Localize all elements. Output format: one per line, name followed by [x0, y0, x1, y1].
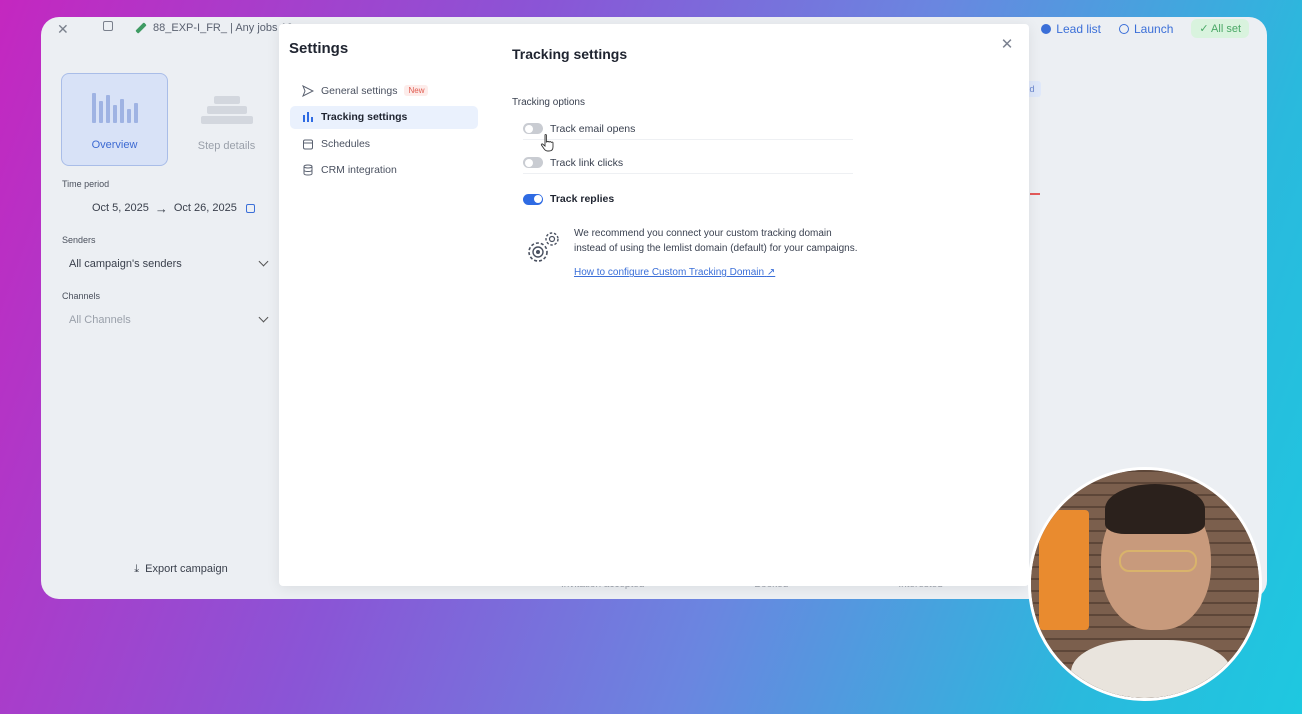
webcam-overlay — [1028, 467, 1262, 701]
chart-line-fragment — [1030, 193, 1040, 195]
nav-crm-integration[interactable]: CRM integration — [290, 159, 478, 182]
bar-chart-icon — [302, 111, 314, 123]
shirt — [1071, 640, 1231, 698]
top-actions: Lead list Launch ✓ All set — [1041, 19, 1249, 38]
launch-button[interactable]: Launch — [1119, 22, 1173, 36]
send-icon — [302, 84, 314, 97]
senders-value: All campaign's senders — [69, 258, 182, 270]
pencil-icon — [135, 22, 147, 34]
custom-domain-link-text: How to configure Custom Tracking Domain — [574, 267, 765, 279]
poster — [1039, 510, 1089, 630]
nav-schedules[interactable]: Schedules — [290, 132, 478, 155]
campaign-title[interactable]: 88_EXP-I_FR_ | Any jobs 10 — [135, 22, 293, 34]
external-link-icon: ↗ — [766, 267, 776, 279]
settings-title: Settings — [289, 40, 349, 57]
track-link-clicks-toggle[interactable] — [523, 157, 543, 168]
senders-select[interactable]: All campaign's senders — [61, 251, 273, 277]
step-details-label: Step details — [197, 140, 256, 152]
tracking-options-label: Tracking options — [512, 97, 585, 108]
launch-icon — [1119, 23, 1129, 34]
track-replies-row: Track replies — [523, 188, 853, 210]
lead-list-icon — [1041, 23, 1052, 34]
calendar-icon — [103, 21, 113, 31]
track-email-opens-label: Track email opens — [550, 122, 636, 135]
settings-nav: General settings New Tracking settings S… — [290, 79, 478, 185]
close-icon[interactable]: ✕ — [57, 21, 69, 38]
export-campaign-button[interactable]: ⤓ Export campaign — [61, 555, 301, 583]
track-link-clicks-label: Track link clicks — [550, 156, 624, 169]
custom-domain-link[interactable]: How to configure Custom Tracking Domain … — [574, 267, 863, 278]
calendar-icon — [302, 138, 314, 150]
overview-chart-icon — [91, 89, 138, 123]
custom-domain-info: We recommend you connect your custom tra… — [523, 227, 863, 278]
tracking-title: Tracking settings — [512, 46, 628, 62]
new-badge: New — [404, 85, 429, 96]
track-replies-label: Track replies — [550, 193, 615, 205]
analytics-sidebar: Overview Step details Time period Oct 5,… — [61, 73, 281, 593]
settings-modal: ✕ Settings General settings New Tracking… — [279, 24, 1029, 586]
lead-list-button[interactable]: Lead list — [1041, 22, 1101, 36]
channels-value: All Channels — [69, 314, 131, 326]
step-details-icon — [200, 96, 253, 124]
nav-label: General settings — [321, 84, 398, 97]
hand-cursor-icon — [540, 134, 554, 152]
nav-label: Tracking settings — [321, 111, 408, 123]
chevron-down-icon — [258, 312, 269, 323]
senders-label: Senders — [62, 235, 96, 245]
track-link-clicks-row: Track link clicks — [523, 152, 853, 174]
gears-icon — [528, 232, 559, 262]
overview-tab[interactable]: Overview — [61, 73, 168, 166]
hair — [1105, 484, 1205, 534]
arrow-right-icon: → — [154, 200, 168, 216]
chevron-down-icon — [258, 256, 269, 267]
nav-tracking-settings[interactable]: Tracking settings — [290, 105, 478, 129]
date-from: Oct 5, 2025 — [92, 202, 149, 214]
channels-select[interactable]: All Channels — [61, 307, 273, 333]
track-email-opens-toggle[interactable] — [523, 123, 543, 134]
nav-general-settings[interactable]: General settings New — [290, 79, 478, 102]
calendar-icon — [245, 203, 255, 213]
campaign-title-text: 88_EXP-I_FR_ | Any jobs 10 — [153, 22, 293, 34]
download-icon: ⤓ — [134, 562, 140, 575]
lead-list-label: Lead list — [1056, 21, 1101, 36]
glasses — [1119, 550, 1197, 572]
tracking-settings-panel: Tracking settings Tracking options Track… — [512, 24, 1012, 586]
time-period-label: Time period — [62, 179, 110, 189]
channels-label: Channels — [62, 291, 101, 301]
track-replies-toggle[interactable] — [523, 193, 543, 205]
step-details-tab[interactable]: Step details — [173, 73, 280, 166]
recommendation-text: We recommend you connect your custom tra… — [574, 228, 858, 254]
database-icon — [302, 164, 314, 176]
date-to: Oct 26, 2025 — [173, 202, 237, 214]
nav-label: Schedules — [321, 137, 371, 150]
export-label: Export campaign — [145, 563, 228, 575]
date-range-picker[interactable]: Oct 5, 2025 → Oct 26, 2025 — [61, 195, 273, 221]
overview-label: Overview — [91, 139, 138, 151]
launch-label: Launch — [1134, 21, 1174, 36]
nav-label: CRM integration — [321, 164, 397, 176]
track-email-opens-row: Track email opens — [523, 118, 853, 140]
all-set-badge[interactable]: ✓ All set — [1191, 19, 1249, 38]
